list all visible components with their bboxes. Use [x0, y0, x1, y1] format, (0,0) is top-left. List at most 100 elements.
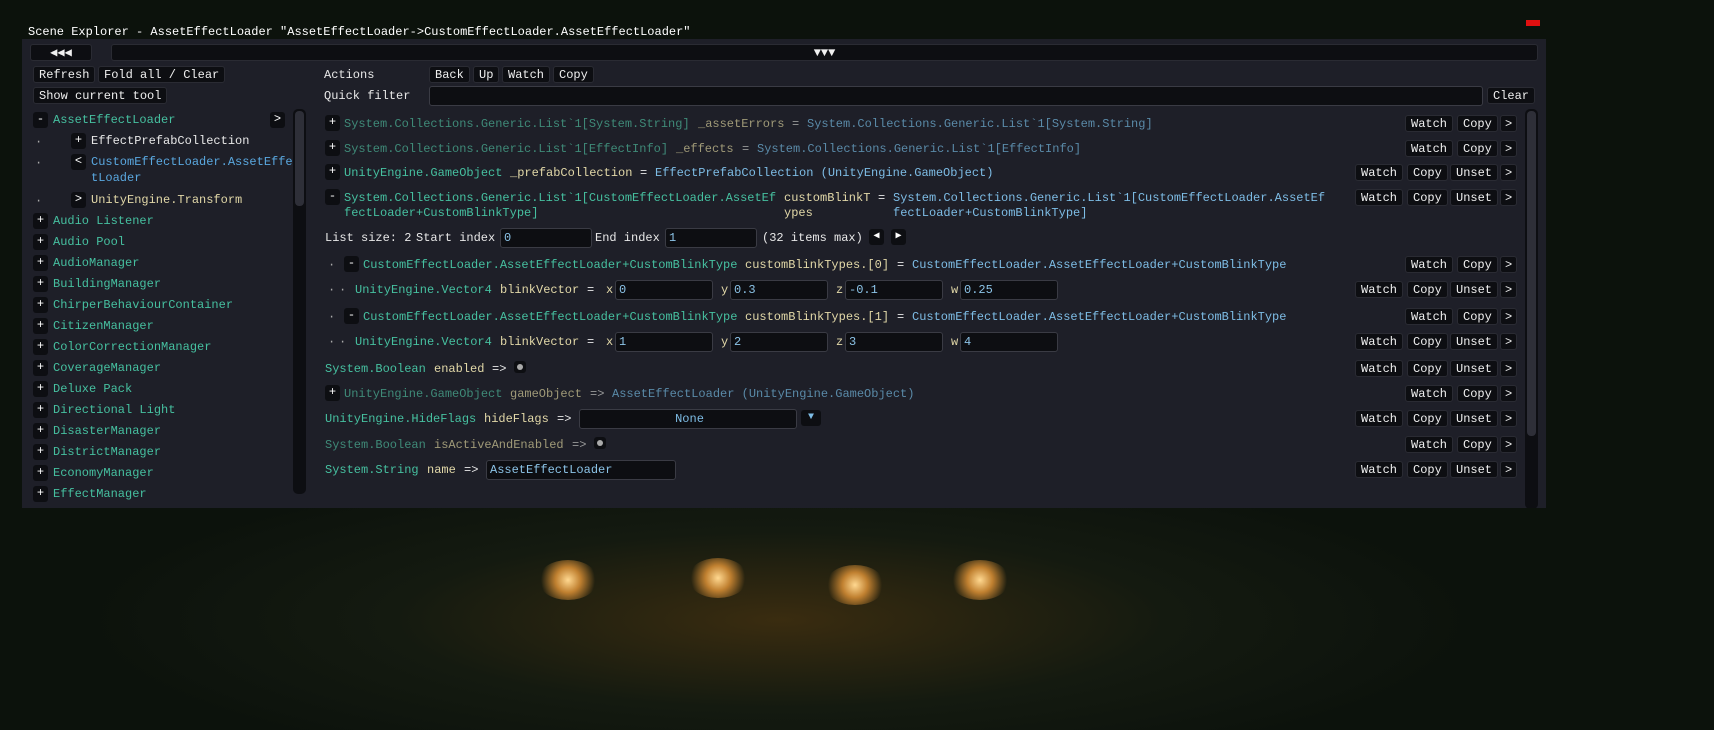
fold-all-button[interactable]: Fold all / Clear [98, 66, 226, 83]
tree-toggle-button[interactable]: + [33, 423, 48, 439]
tree-item-label[interactable]: ColorCorrectionManager [53, 340, 211, 354]
expand-toggle-button[interactable]: + [325, 140, 340, 156]
next-page-button[interactable]: ▶ [891, 229, 906, 245]
properties-scrollbar[interactable] [1525, 109, 1538, 508]
tree-item-label[interactable]: CoverageManager [53, 361, 161, 375]
watch-button[interactable]: Watch [502, 66, 551, 83]
copy-button[interactable]: Copy [1457, 436, 1498, 453]
prev-page-button[interactable]: ◀ [869, 229, 884, 245]
copy-button[interactable]: Copy [1407, 333, 1448, 350]
tree-toggle-button[interactable]: + [33, 339, 48, 355]
unset-button[interactable]: Unset [1450, 333, 1499, 350]
hideflags-dropdown[interactable]: None [579, 409, 797, 429]
watch-button[interactable]: Watch [1405, 308, 1454, 325]
back-button[interactable]: Back [429, 66, 470, 83]
goto-button[interactable]: > [1500, 410, 1518, 427]
copy-button[interactable]: Copy [1407, 360, 1448, 377]
vector-w-input[interactable]: 4 [960, 332, 1058, 352]
tree-goto-button[interactable]: > [270, 112, 285, 128]
watch-button[interactable]: Watch [1355, 189, 1404, 206]
end-index-input[interactable]: 1 [665, 228, 757, 248]
vector-z-input[interactable]: -0.1 [845, 280, 943, 300]
tree-item-label[interactable]: EffectManager [53, 487, 147, 501]
expand-toggle-button[interactable]: + [325, 115, 340, 131]
vector-y-input[interactable]: 0.3 [730, 280, 828, 300]
copy-button[interactable]: Copy [1407, 164, 1448, 181]
copy-button[interactable]: Copy [1407, 410, 1448, 427]
tree-item-label[interactable]: DisasterManager [53, 424, 161, 438]
goto-button[interactable]: > [1500, 189, 1518, 206]
goto-button[interactable]: > [1500, 436, 1518, 453]
expand-toggle-button[interactable]: - [325, 189, 340, 205]
expand-toggle-button[interactable]: - [344, 308, 359, 324]
show-current-tool-button[interactable]: Show current tool [33, 87, 168, 104]
watch-button[interactable]: Watch [1405, 385, 1454, 402]
tree-toggle-button[interactable]: - [33, 112, 48, 128]
copy-button[interactable]: Copy [1457, 385, 1498, 402]
clear-filter-button[interactable]: Clear [1487, 87, 1536, 104]
tree-item-label[interactable]: AudioManager [53, 256, 139, 270]
copy-button[interactable]: Copy [1457, 140, 1498, 157]
goto-button[interactable]: > [1500, 115, 1518, 132]
tree-scrollbar[interactable] [293, 109, 306, 494]
unset-button[interactable]: Unset [1450, 360, 1499, 377]
tree-item-label[interactable]: EconomyManager [53, 466, 154, 480]
goto-button[interactable]: > [1500, 164, 1518, 181]
goto-button[interactable]: > [1500, 140, 1518, 157]
copy-button[interactable]: Copy [1407, 189, 1448, 206]
tree-toggle-button[interactable]: + [33, 486, 48, 502]
watch-button[interactable]: Watch [1405, 436, 1454, 453]
tree-item-label[interactable]: Directional Light [53, 403, 175, 417]
unset-button[interactable]: Unset [1450, 189, 1499, 206]
up-button[interactable]: Up [473, 66, 500, 83]
tree-toggle-button[interactable]: > [71, 192, 86, 208]
tree-item-label[interactable]: CustomEffectLoader.AssetEffec [91, 155, 300, 169]
goto-button[interactable]: > [1500, 281, 1518, 298]
copy-button[interactable]: Copy [1457, 308, 1498, 325]
tree-toggle-button[interactable]: + [33, 381, 48, 397]
tree-toggle-button[interactable]: + [33, 444, 48, 460]
goto-button[interactable]: > [1500, 385, 1518, 402]
vector-x-input[interactable]: 1 [615, 332, 713, 352]
watch-button[interactable]: Watch [1405, 140, 1454, 157]
goto-button[interactable]: > [1500, 333, 1518, 350]
tree-item-label[interactable]: Deluxe Pack [53, 382, 132, 396]
collapse-left-button[interactable]: ◀◀◀ [30, 44, 92, 61]
tree-toggle-button[interactable]: + [33, 276, 48, 292]
tree-item-label[interactable]: Audio Listener [53, 214, 154, 228]
tree-toggle-button[interactable]: + [33, 402, 48, 418]
unset-button[interactable]: Unset [1450, 164, 1499, 181]
watch-button[interactable]: Watch [1355, 333, 1404, 350]
tree-item-label-cont[interactable]: tLoader [91, 171, 141, 185]
tree-toggle-button[interactable]: + [33, 213, 48, 229]
start-index-input[interactable]: 0 [500, 228, 592, 248]
boolean-checkbox[interactable] [594, 437, 606, 449]
tree-toggle-button[interactable]: + [33, 234, 48, 250]
tree-toggle-button[interactable]: + [33, 360, 48, 376]
tree-toggle-button[interactable]: + [33, 465, 48, 481]
watch-button[interactable]: Watch [1355, 461, 1404, 478]
collapse-top-button[interactable]: ▼▼▼ [111, 44, 1538, 61]
unset-button[interactable]: Unset [1450, 461, 1499, 478]
refresh-button[interactable]: Refresh [33, 66, 96, 83]
watch-button[interactable]: Watch [1355, 164, 1404, 181]
dropdown-arrow-icon[interactable]: ▼ [801, 410, 821, 426]
goto-button[interactable]: > [1500, 256, 1518, 273]
tree-item-label[interactable]: ChirperBehaviourContainer [53, 298, 233, 312]
quick-filter-input[interactable] [429, 86, 1483, 106]
tree-item-label[interactable]: CitizenManager [53, 319, 154, 333]
expand-toggle-button[interactable]: + [325, 385, 340, 401]
tree-toggle-button[interactable]: < [71, 154, 86, 170]
goto-button[interactable]: > [1500, 461, 1518, 478]
expand-toggle-button[interactable]: + [325, 164, 340, 180]
tree-item-label[interactable]: DistrictManager [53, 445, 161, 459]
copy-button[interactable]: Copy [1457, 256, 1498, 273]
tree-item-label[interactable]: EffectPrefabCollection [91, 134, 249, 148]
watch-button[interactable]: Watch [1355, 360, 1404, 377]
watch-button[interactable]: Watch [1405, 115, 1454, 132]
copy-button[interactable]: Copy [1407, 461, 1448, 478]
tree-toggle-button[interactable]: + [33, 255, 48, 271]
unset-button[interactable]: Unset [1450, 281, 1499, 298]
tree-toggle-button[interactable]: + [33, 318, 48, 334]
goto-button[interactable]: > [1500, 360, 1518, 377]
